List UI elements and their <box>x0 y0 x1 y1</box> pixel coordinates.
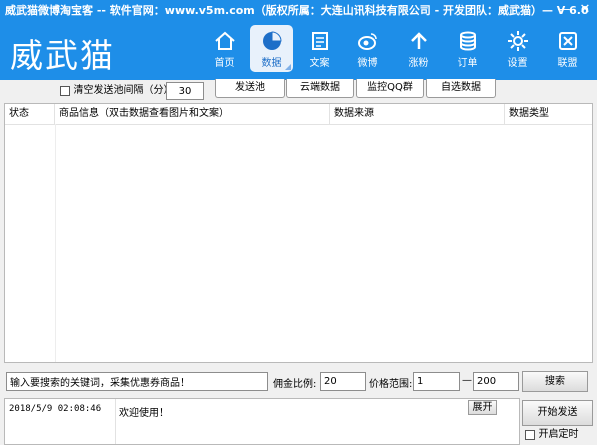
column-data-source[interactable]: 数据来源 <box>330 104 505 124</box>
header-toolbar: 威武猫 首页 数据 文案 微博 涨粉 订单 设置 联盟 <box>0 21 597 80</box>
nav-copywriting-label: 文案 <box>309 58 330 69</box>
nav-copywriting-button[interactable]: 文案 <box>298 25 341 72</box>
column-product-info[interactable]: 商品信息（双击数据查看图片和文案） <box>55 104 330 124</box>
interval-input[interactable] <box>166 82 204 100</box>
column-data-type[interactable]: 数据类型 <box>505 104 592 124</box>
search-button[interactable]: 搜索 <box>522 371 588 392</box>
nav-orders-label: 订单 <box>457 58 478 69</box>
keyword-search-input[interactable] <box>6 372 268 391</box>
tab-cloud-data[interactable]: 云端数据 <box>286 79 354 98</box>
home-icon <box>214 31 235 50</box>
tab-custom-data[interactable]: 自选数据 <box>426 79 496 98</box>
weibo-icon <box>357 33 377 50</box>
data-table[interactable]: 状态 商品信息（双击数据查看图片和文案） 数据来源 数据类型 <box>4 103 593 363</box>
clear-pool-row: 清空发送池间隔（分） <box>60 84 174 98</box>
table-header: 状态 商品信息（双击数据查看图片和文案） 数据来源 数据类型 <box>5 104 592 125</box>
tab-send-pool[interactable]: 发送池 <box>215 79 285 98</box>
commission-label: 佣金比例: <box>273 379 317 390</box>
nav-settings-label: 设置 <box>507 58 528 69</box>
column-divider <box>55 124 56 362</box>
price-range-label: 价格范围: <box>369 379 413 390</box>
log-timestamp: 2018/5/9 02:08:46 <box>9 404 102 414</box>
start-send-button[interactable]: 开始发送 <box>522 400 593 426</box>
close-button[interactable]: ✕ <box>577 3 593 17</box>
alliance-icon <box>558 32 577 50</box>
start-timer-label: 开启定时 <box>538 429 579 440</box>
log-divider <box>115 399 116 444</box>
document-icon <box>311 32 328 50</box>
active-corner-marker <box>285 64 291 70</box>
nav-alliance-button[interactable]: 联盟 <box>546 25 589 72</box>
nav-weibo-button[interactable]: 微博 <box>346 25 389 72</box>
nav-settings-button[interactable]: 设置 <box>496 25 539 72</box>
clear-pool-label: 清空发送池间隔（分） <box>73 85 174 96</box>
coin-stack-icon <box>459 31 476 51</box>
price-max-input[interactable] <box>473 372 519 391</box>
pie-chart-icon <box>262 31 282 50</box>
expand-log-button[interactable]: 展开 <box>468 400 497 415</box>
nav-data-button[interactable]: 数据 <box>250 25 293 72</box>
tab-monitor-qq[interactable]: 监控QQ群 <box>356 79 424 98</box>
clear-pool-checkbox[interactable] <box>60 86 70 96</box>
app-logo: 威武猫 <box>10 36 115 75</box>
nav-grow-fans-button[interactable]: 涨粉 <box>397 25 440 72</box>
start-timer-row: 开启定时 <box>525 429 579 441</box>
start-timer-checkbox[interactable] <box>525 430 535 440</box>
commission-input[interactable] <box>320 372 366 391</box>
nav-home-label: 首页 <box>214 58 235 69</box>
nav-orders-button[interactable]: 订单 <box>446 25 489 72</box>
arrow-up-icon <box>410 32 427 49</box>
price-min-input[interactable] <box>413 372 460 391</box>
nav-weibo-label: 微博 <box>357 58 378 69</box>
log-message: 欢迎使用！ <box>119 408 169 419</box>
minimize-button[interactable]: — <box>556 3 572 17</box>
nav-grow-fans-label: 涨粉 <box>408 58 429 69</box>
log-panel: 2018/5/9 02:08:46 欢迎使用！ 展开 <box>4 398 520 445</box>
nav-alliance-label: 联盟 <box>557 58 578 69</box>
column-status[interactable]: 状态 <box>5 104 55 124</box>
window-title-bar: 威武猫微博淘宝客 -- 软件官网：www.v5m.com（版权所属：大连山讯科技… <box>0 0 597 21</box>
gear-icon <box>507 31 528 51</box>
nav-home-button[interactable]: 首页 <box>203 25 246 72</box>
price-range-dash: — <box>462 375 472 386</box>
window-title: 威武猫微博淘宝客 -- 软件官网：www.v5m.com（版权所属：大连山讯科技… <box>5 4 589 17</box>
